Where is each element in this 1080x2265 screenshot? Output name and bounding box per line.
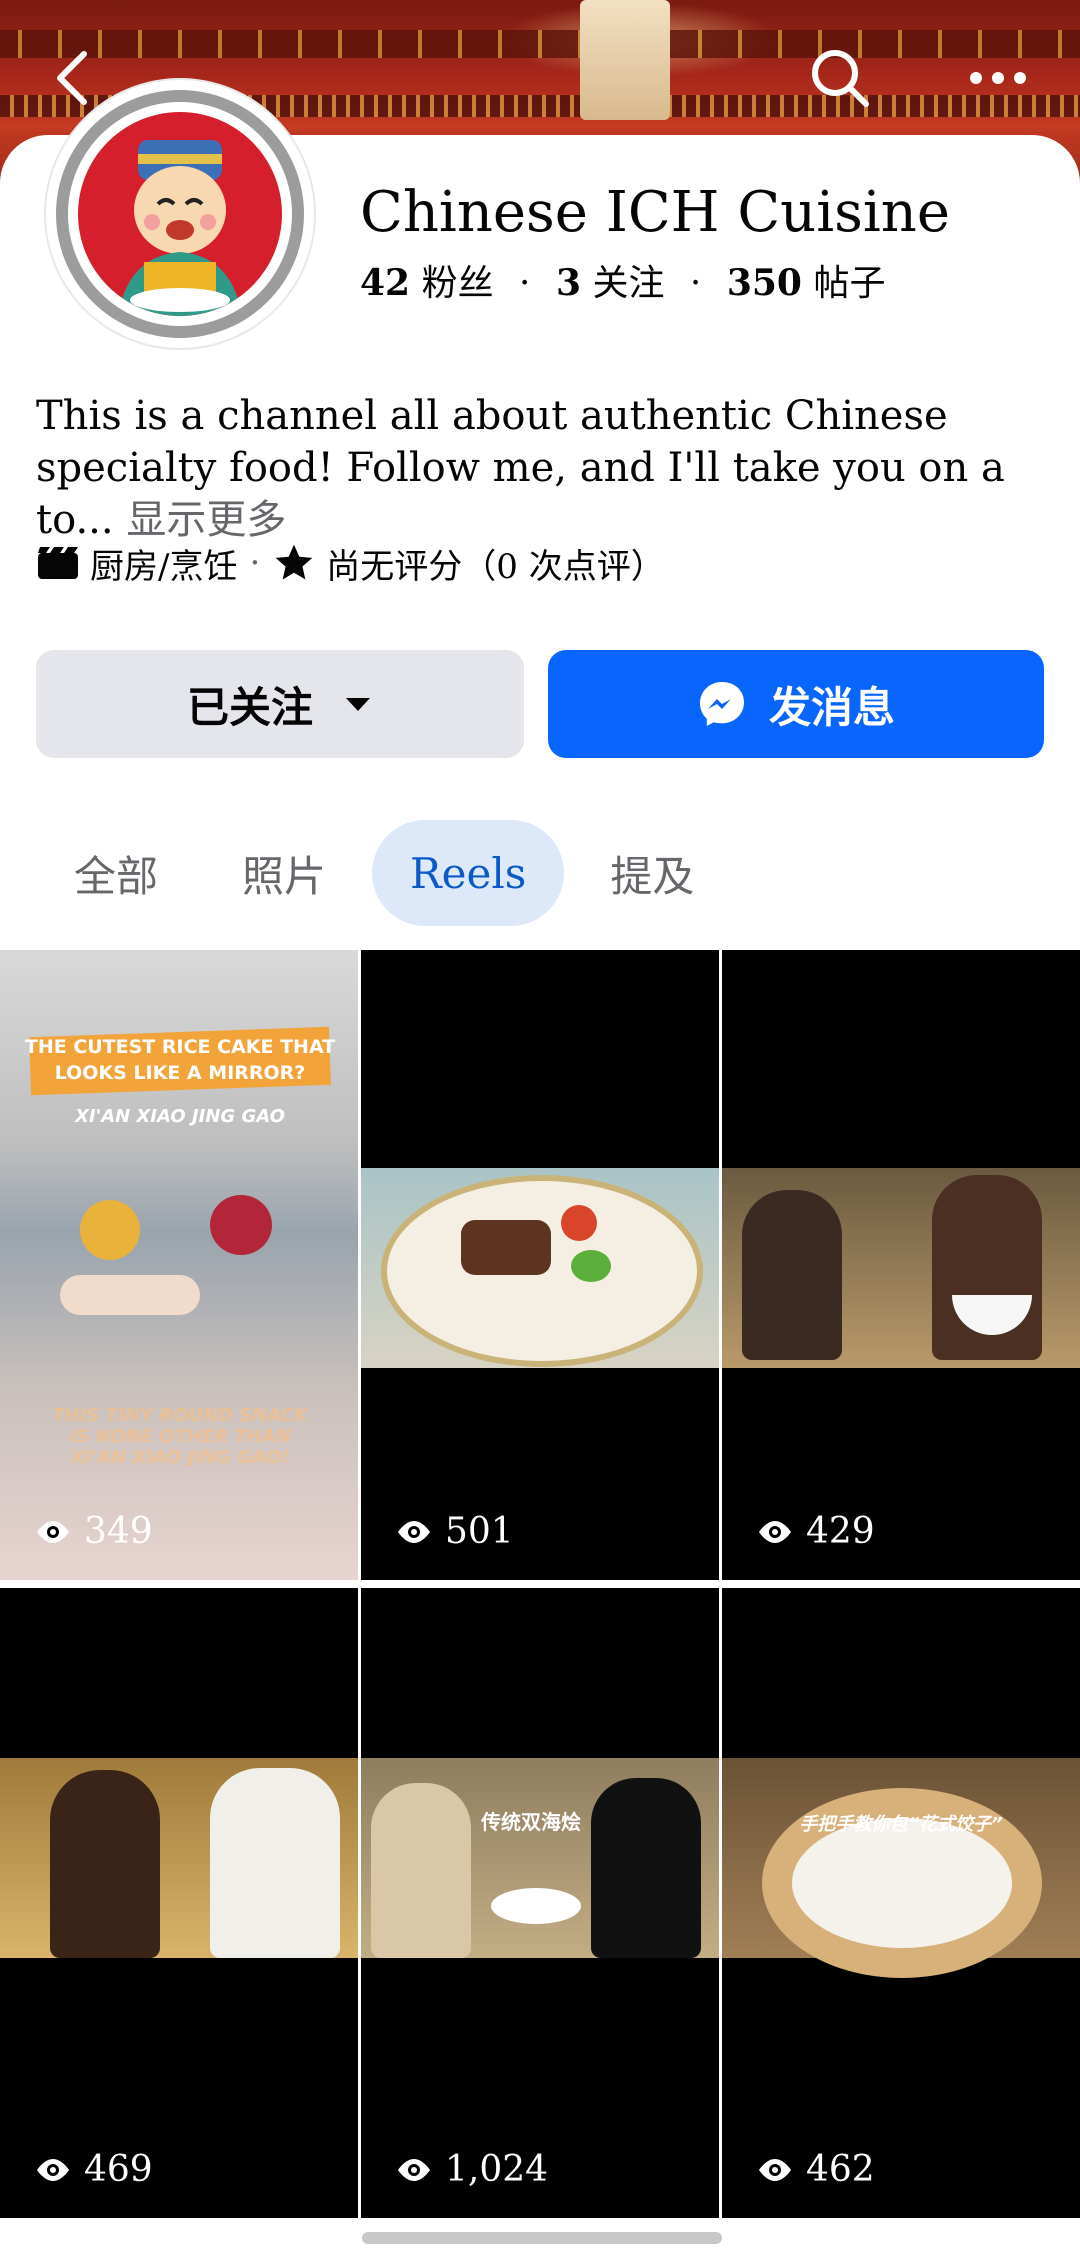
view-count: 501 xyxy=(395,1511,514,1552)
separator-dot: · xyxy=(689,263,702,304)
caret-down-icon xyxy=(346,698,370,711)
reel-item[interactable]: 传统双海烩 1,024 xyxy=(361,1588,719,2218)
person-shape xyxy=(50,1770,160,1958)
message-button[interactable]: 发消息 xyxy=(548,650,1044,758)
posts-label: 帖子 xyxy=(813,263,886,304)
cover-eave-decoration xyxy=(0,30,1080,58)
rating-label[interactable]: 尚无评分（0 次点评） xyxy=(326,539,664,588)
page-meta-row: 厨房/烹饪 · 尚无评分（0 次点评） xyxy=(36,535,665,591)
separator-dot: · xyxy=(249,543,261,583)
followers-count[interactable]: 42 xyxy=(360,262,410,304)
view-count-value: 462 xyxy=(806,2149,875,2190)
view-count: 349 xyxy=(34,1511,153,1552)
view-count-value: 429 xyxy=(806,1511,875,1552)
eye-icon xyxy=(759,1520,791,1543)
peas-shape xyxy=(571,1250,611,1282)
bio: This is a channel all about authentic Ch… xyxy=(36,390,1046,546)
eye-icon xyxy=(759,2158,791,2181)
view-count: 469 xyxy=(34,2149,153,2190)
following-count[interactable]: 3 xyxy=(556,262,581,304)
reel-item[interactable]: 手把手教你包“花式饺子” 462 xyxy=(722,1588,1080,2218)
following-button-label: 已关注 xyxy=(186,682,313,732)
reel-item[interactable]: 429 xyxy=(722,950,1080,1580)
search-icon xyxy=(812,50,869,107)
view-count-value: 349 xyxy=(84,1511,153,1552)
separator-dot: · xyxy=(519,263,531,304)
view-count-value: 1,024 xyxy=(445,2149,549,2190)
page-name: Chinese ICH Cuisine xyxy=(360,180,950,245)
posts-count: 350 xyxy=(726,262,802,304)
reels-grid: THE CUTEST RICE CAKE THAT LOOKS LIKE A M… xyxy=(0,950,1080,2218)
reel-caption-bottom: THIS TINY ROUND SNACK IS NONE OTHER THAN… xyxy=(52,1405,308,1468)
tomato-shape xyxy=(561,1205,597,1241)
home-indicator[interactable] xyxy=(362,2232,722,2244)
clapperboard-icon xyxy=(36,541,80,585)
eye-icon xyxy=(398,2158,430,2181)
dish-shape xyxy=(491,1888,581,1924)
star-icon xyxy=(272,541,316,585)
tab-all[interactable]: 全部 xyxy=(36,820,196,926)
reel-caption-top: THE CUTEST RICE CAKE THAT LOOKS LIKE A M… xyxy=(24,1036,336,1084)
person-shape xyxy=(591,1778,701,1958)
chef-mascot-image xyxy=(118,140,242,316)
message-button-label: 发消息 xyxy=(768,682,895,732)
content-tabs: 全部 照片 Reels 提及 xyxy=(36,820,740,926)
reel-item[interactable]: THE CUTEST RICE CAKE THAT LOOKS LIKE A M… xyxy=(0,950,358,1580)
rice-cake-red xyxy=(210,1195,272,1255)
plate-shape xyxy=(792,1818,1012,1948)
search-button[interactable] xyxy=(800,38,880,118)
chevron-left-icon xyxy=(57,51,87,105)
view-count-value: 469 xyxy=(84,2149,153,2190)
more-options-button[interactable] xyxy=(958,38,1038,118)
avatar[interactable] xyxy=(56,90,304,338)
meat-shape xyxy=(461,1220,551,1275)
following-label[interactable]: 关注 xyxy=(592,263,664,304)
hand-shape xyxy=(60,1275,200,1315)
messenger-icon xyxy=(699,682,744,726)
reel-caption-top: 传统双海烩 xyxy=(481,1810,581,1834)
reel-item[interactable]: 501 xyxy=(361,950,719,1580)
reel-caption-top: 手把手教你包“花式饺子” xyxy=(799,1814,1003,1835)
eye-icon xyxy=(398,1520,430,1543)
chef-shape xyxy=(210,1768,340,1958)
profile-stats: 42 粉丝 · 3 关注 · 350 帖子 xyxy=(360,258,885,309)
category-label[interactable]: 厨房/烹饪 xyxy=(90,539,237,588)
following-button[interactable]: 已关注 xyxy=(36,650,524,758)
eye-icon xyxy=(37,2158,69,2181)
view-count: 1,024 xyxy=(395,2149,548,2190)
tab-photos[interactable]: 照片 xyxy=(204,820,364,926)
reel-caption-subtitle: XI'AN XIAO JING GAO xyxy=(75,1106,285,1127)
cover-tower-decoration xyxy=(580,0,670,120)
ellipsis-icon xyxy=(970,72,1026,84)
rice-cake-yellow xyxy=(80,1200,140,1260)
tab-mentions[interactable]: 提及 xyxy=(572,820,732,926)
followers-label[interactable]: 粉丝 xyxy=(422,263,494,304)
view-count: 462 xyxy=(756,2149,875,2190)
eye-icon xyxy=(37,1520,69,1543)
reel-item[interactable]: 469 xyxy=(0,1588,358,2218)
view-count-value: 501 xyxy=(445,1511,514,1552)
view-count: 429 xyxy=(756,1511,875,1552)
tab-reels[interactable]: Reels xyxy=(372,820,565,926)
person-shape xyxy=(742,1190,842,1360)
person-shape xyxy=(371,1783,471,1958)
